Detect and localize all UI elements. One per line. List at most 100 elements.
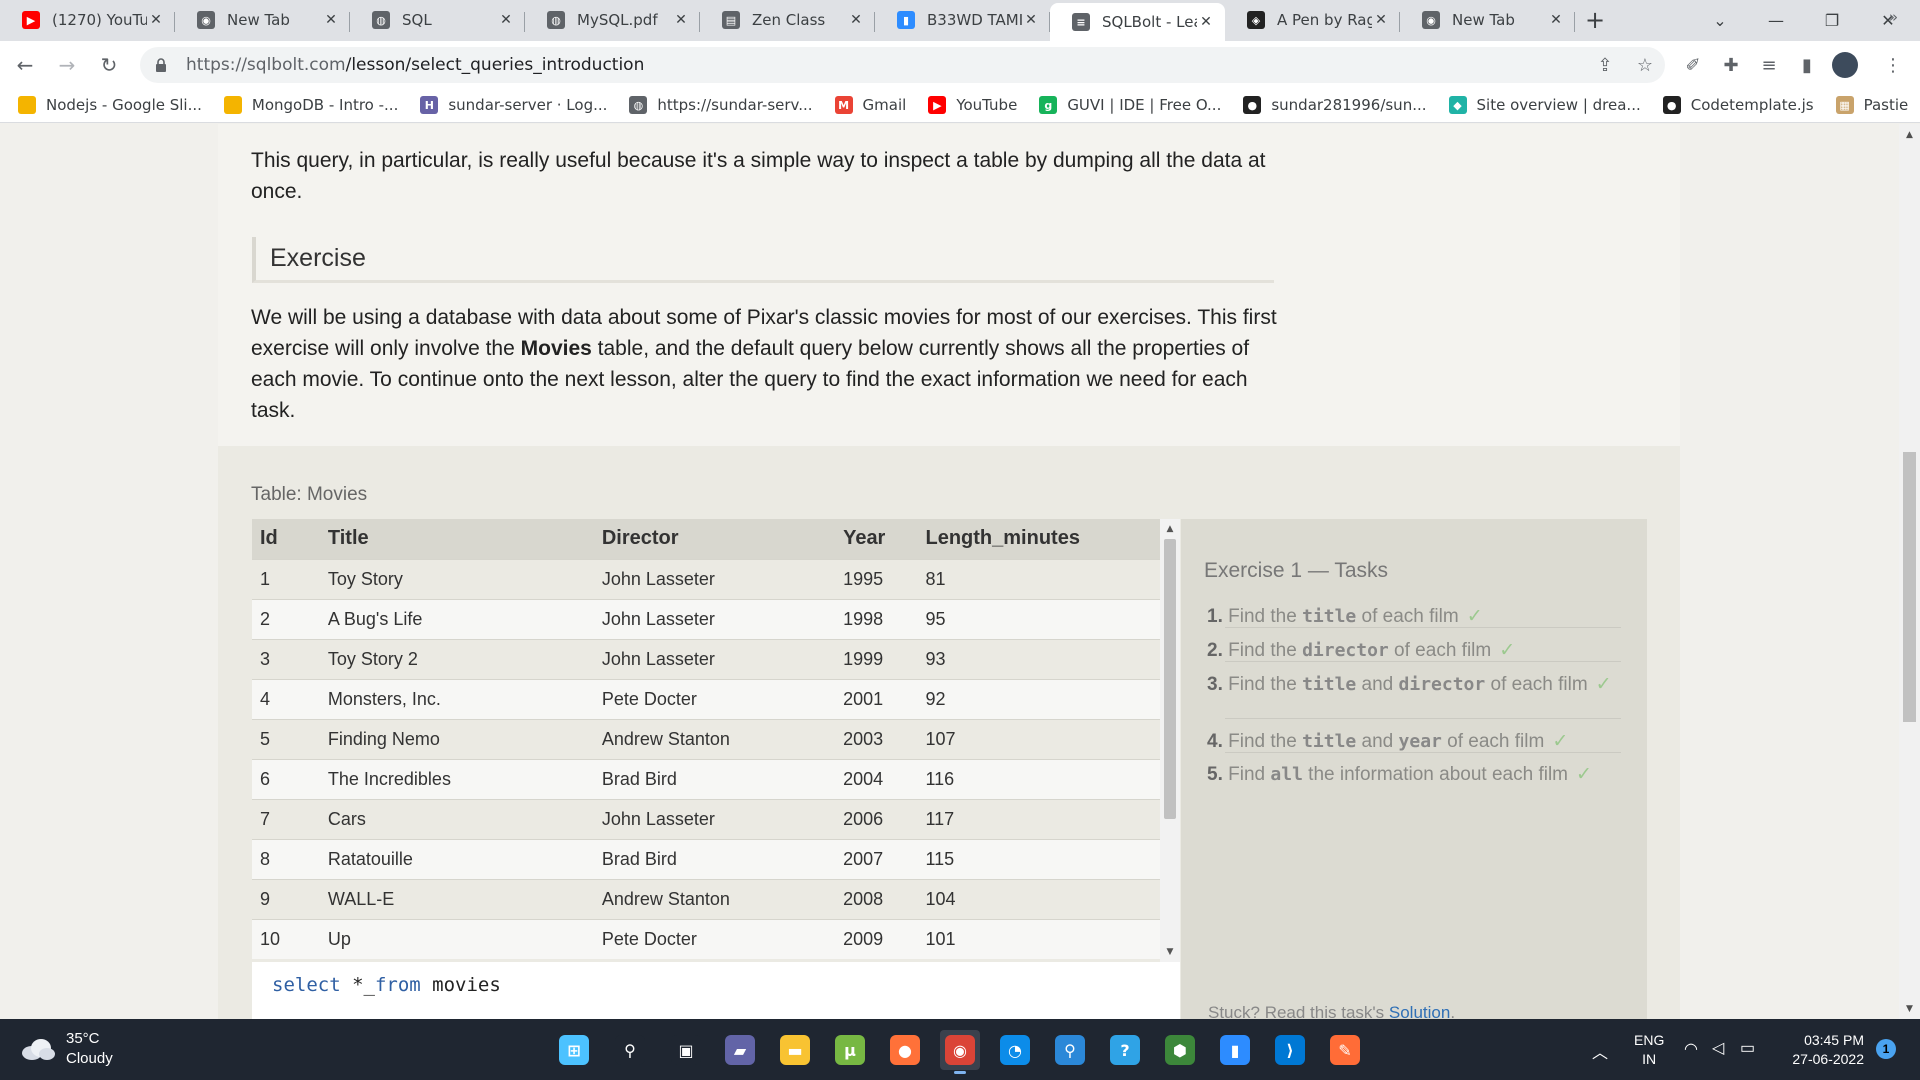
column-header: Year xyxy=(835,519,918,559)
tab-2[interactable]: ◉ New Tab ✕ xyxy=(175,3,350,37)
tray-chevron-up-icon[interactable]: ︿ xyxy=(1592,1039,1608,1063)
tab-close-icon[interactable]: ✕ xyxy=(672,11,690,29)
taskbar-app-vscode[interactable]: ⟩ xyxy=(1270,1030,1310,1070)
task-view-icon: ▣ xyxy=(671,1035,701,1065)
scroll-up-arrow-icon[interactable]: ▲ xyxy=(1160,521,1180,537)
bookmark-10[interactable]: ● Codetemplate.js xyxy=(1662,96,1814,114)
lock-icon[interactable] xyxy=(154,58,168,72)
table-scrollbar[interactable]: ▲ ▼ xyxy=(1160,519,1180,962)
bookmark-5[interactable]: M Gmail xyxy=(834,96,906,114)
tab-3[interactable]: ◍ SQL ✕ xyxy=(350,3,525,37)
table-cell: Toy Story 2 xyxy=(319,638,594,679)
scroll-down-arrow-icon[interactable]: ▼ xyxy=(1160,944,1180,960)
tab-label: (1270) YouTube xyxy=(52,11,147,29)
more-bookmarks-icon[interactable]: » xyxy=(1889,8,1898,26)
forward-icon[interactable]: → xyxy=(50,48,84,82)
sql-query-editor[interactable]: select *_from movies xyxy=(252,962,1180,1019)
page-scroll-down-icon[interactable]: ▼ xyxy=(1899,1000,1920,1017)
taskbar-app-search[interactable]: ⚲ xyxy=(610,1030,650,1070)
tab-close-icon[interactable]: ✕ xyxy=(497,11,515,29)
url-text[interactable]: https://sqlbolt.com/lesson/select_querie… xyxy=(186,55,644,75)
tab-8[interactable]: ◈ A Pen by Raga✕ xyxy=(1225,3,1400,37)
tab-5[interactable]: ▤ Zen Class ✕ xyxy=(700,3,875,37)
bookmark-11[interactable]: ▦ Pastie xyxy=(1835,96,1908,114)
tab-4[interactable]: ◍ MySQL.pdf ✕ xyxy=(525,3,700,37)
tab-7[interactable]: ≡ SQLBolt - Learn✕ xyxy=(1050,3,1225,41)
taskbar-app-file-explorer[interactable]: ▬ xyxy=(775,1030,815,1070)
reload-icon[interactable]: ↻ xyxy=(92,48,126,82)
utorrent-icon: µ xyxy=(835,1035,865,1065)
minimize-icon[interactable]: — xyxy=(1748,0,1804,41)
bookmark-label: Nodejs - Google Sli... xyxy=(46,96,202,114)
bookmark-2[interactable]: MongoDB - Intro -... xyxy=(223,96,398,114)
bookmark-3[interactable]: Hsundar-server · Log... xyxy=(420,96,607,114)
tab-close-icon[interactable]: ✕ xyxy=(1197,13,1215,31)
restore-icon[interactable]: ❐ xyxy=(1804,0,1860,41)
extension-eyedropper-icon[interactable]: ✐ xyxy=(1676,47,1710,83)
taskbar-app-nodejs[interactable]: ⬢ xyxy=(1160,1030,1200,1070)
page-scroll-thumb[interactable] xyxy=(1903,452,1916,722)
tab-close-icon[interactable]: ✕ xyxy=(1547,11,1565,29)
page-scrollbar[interactable]: ▲ ▼ xyxy=(1899,124,1920,1019)
google-slides-icon xyxy=(223,96,242,114)
bookmark-label: sundar-server · Log... xyxy=(448,96,608,114)
reading-list-icon[interactable]: ≡ xyxy=(1752,47,1786,83)
tab-6[interactable]: ▮ B33WD TAMIL ✕ xyxy=(875,3,1050,37)
solution-link[interactable]: Solution xyxy=(1389,1003,1450,1019)
tab-9[interactable]: ◉ New Tab ✕ xyxy=(1400,3,1575,37)
tab-close-icon[interactable]: ✕ xyxy=(847,11,865,29)
tab-1[interactable]: ▶ (1270) YouTube✕ xyxy=(0,3,175,37)
weather-widget[interactable]: 35°C Cloudy xyxy=(20,1029,113,1069)
bookmark-label: GUVI | IDE | Free O... xyxy=(1067,96,1222,114)
taskbar-app-help[interactable]: ? xyxy=(1105,1030,1145,1070)
exercise-paragraph: We will be using a database with data ab… xyxy=(251,306,1277,422)
back-icon[interactable]: ← xyxy=(8,48,42,82)
address-bar[interactable]: https://sqlbolt.com/lesson/select_querie… xyxy=(140,47,1665,83)
tab-close-icon[interactable]: ✕ xyxy=(1372,11,1390,29)
tab-search-icon[interactable]: ⌄ xyxy=(1692,0,1748,41)
bookmarks-bar: Nodejs - Google Sli... MongoDB - Intro -.… xyxy=(0,88,1920,123)
table-scroll-thumb[interactable] xyxy=(1164,539,1176,819)
taskbar-app-firefox[interactable]: ● xyxy=(885,1030,925,1070)
bookmark-7[interactable]: g GUVI | IDE | Free O... xyxy=(1039,96,1221,114)
tab-close-icon[interactable]: ✕ xyxy=(147,11,165,29)
share-icon[interactable]: ⇪ xyxy=(1585,55,1625,76)
chrome-icon: ◉ xyxy=(197,11,215,29)
tab-close-icon[interactable]: ✕ xyxy=(322,11,340,29)
taskbar-app-postman[interactable]: ✎ xyxy=(1325,1030,1365,1070)
clock[interactable]: 03:45 PM 27-06-2022 xyxy=(1780,1031,1864,1069)
taskbar-app-teams-chat[interactable]: ▰ xyxy=(720,1030,760,1070)
new-tab-button[interactable]: + xyxy=(1575,3,1615,37)
table-cell: 2009 xyxy=(835,918,918,959)
volume-icon[interactable]: ◁ xyxy=(1712,1038,1724,1058)
menu-kebab-icon[interactable]: ⋮ xyxy=(1876,47,1910,83)
taskbar-app-magnifier[interactable]: ⚲ xyxy=(1050,1030,1090,1070)
notification-badge[interactable]: 1 xyxy=(1876,1039,1896,1059)
language-indicator[interactable]: ENG IN xyxy=(1634,1031,1664,1069)
tab-close-icon[interactable]: ✕ xyxy=(1022,11,1040,29)
taskbar-app-task-view[interactable]: ▣ xyxy=(666,1030,706,1070)
taskbar-app-chrome[interactable]: ◉ xyxy=(940,1030,980,1074)
tab-label: Zen Class xyxy=(752,11,826,29)
side-panel-icon[interactable]: ▮ xyxy=(1790,47,1824,83)
wifi-icon[interactable]: ◠ xyxy=(1684,1039,1698,1059)
table-cell: 4 xyxy=(252,678,320,719)
bookmark-4[interactable]: ◍ https://sundar-serv... xyxy=(629,96,813,114)
taskbar-app-windows-start[interactable]: ⊞ xyxy=(554,1030,594,1070)
bookmark-1[interactable]: Nodejs - Google Sli... xyxy=(18,96,202,114)
bookmark-6[interactable]: ▶ YouTube xyxy=(928,96,1017,114)
bookmark-8[interactable]: ● sundar281996/sun... xyxy=(1243,96,1427,114)
taskbar-app-utorrent[interactable]: µ xyxy=(830,1030,870,1070)
table-cell: 2001 xyxy=(835,678,918,719)
battery-icon[interactable]: ▭ xyxy=(1740,1038,1755,1058)
github-icon: ● xyxy=(1662,96,1681,114)
zoom-icon: ▮ xyxy=(897,11,915,29)
movies-table-container[interactable]: Id Title Director Year Length_minutes 1 Toy S… xyxy=(252,519,1160,962)
bookmark-9[interactable]: ◆ Site overview | drea... xyxy=(1448,96,1641,114)
page-scroll-up-icon[interactable]: ▲ xyxy=(1899,126,1920,143)
taskbar-app-edge[interactable]: ◔ xyxy=(995,1030,1035,1070)
extensions-puzzle-icon[interactable]: ✚ xyxy=(1714,47,1748,83)
taskbar-app-zoom[interactable]: ▮ xyxy=(1215,1030,1255,1070)
bookmark-star-icon[interactable]: ☆ xyxy=(1625,55,1665,76)
profile-avatar[interactable] xyxy=(1828,47,1862,83)
